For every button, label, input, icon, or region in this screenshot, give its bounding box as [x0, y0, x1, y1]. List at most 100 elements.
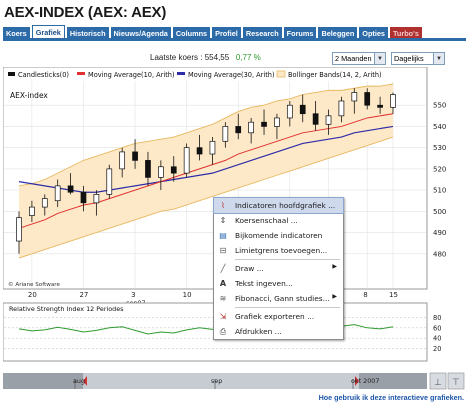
interval-select[interactable]: Dagelijks ▼ [391, 52, 445, 65]
quote-value: 554,55 [204, 53, 230, 62]
fibonacci-icon: ≋ [219, 294, 227, 303]
limit-line-icon: ⊟ [219, 246, 227, 255]
candle-body [338, 100, 345, 117]
menu-item-label: Fibonacci, Gann studies... [235, 294, 330, 303]
menu-item-label: Indicatoren hoofdgrafiek ... [235, 201, 336, 210]
candle-body [54, 185, 61, 202]
help-link[interactable]: Hoe gebruik ik deze interactieve grafiek… [319, 393, 464, 402]
submenu-arrow-icon: ▶ [332, 293, 337, 300]
legend-swatch-ma10 [77, 72, 85, 75]
interval-select-value: Dagelijks [394, 54, 424, 63]
candle-body [106, 168, 113, 195]
candle-body [351, 92, 358, 102]
y-tick-label: 520 [433, 165, 446, 173]
candle-body [170, 166, 177, 174]
menu-item-label: Tekst ingeven... [235, 279, 293, 288]
chart-context-menu: ⌇ Indicatoren hoofdgrafiek ... ⇕ Koersen… [213, 197, 344, 340]
candle-body [312, 113, 319, 125]
scroller-month-okt: okt 2007 [351, 377, 379, 385]
chevron-down-icon[interactable]: ▼ [374, 53, 385, 64]
candle-body [41, 198, 48, 208]
menu-item-label: Bijkomende indicatoren [235, 231, 323, 240]
menu-item-label: Limietgrens toevoegen... [235, 246, 328, 255]
menu-separator [235, 307, 340, 308]
zoom-in-icon: ⊤ [452, 378, 460, 388]
draw-icon: ╱ [220, 264, 226, 273]
menu-item-label: Afdrukken ... [235, 327, 282, 336]
menu-item-draw[interactable]: ╱ Draw ... ▶ [214, 261, 343, 276]
zoom-out-icon: ⊥ [434, 378, 442, 388]
export-icon: ⇲ [219, 312, 227, 321]
candle-body [196, 147, 203, 155]
candle-body [158, 166, 164, 178]
y-tick-label: 490 [433, 229, 446, 237]
menu-item-indicatoren-hoofdgrafiek[interactable]: ⌇ Indicatoren hoofdgrafiek ... [213, 197, 344, 214]
candle-body [145, 160, 151, 178]
y-tick-label: 510 [433, 187, 446, 195]
candle-body [299, 104, 306, 115]
menu-item-bijkomende-indicatoren[interactable]: ▤ Bijkomende indicatoren [214, 228, 343, 243]
menu-item-limietgrens[interactable]: ⊟ Limietgrens toevoegen... [214, 243, 343, 258]
candle-body [261, 121, 267, 127]
rsi-tick-label: 20 [433, 345, 441, 353]
legend-bollinger: Bollinger Bands(14, 2, Arith) [288, 71, 382, 79]
y-tick-label: 530 [433, 144, 446, 152]
chart-label: AEX-index [10, 91, 48, 100]
candle-body [93, 194, 100, 204]
chevron-down-icon[interactable]: ▼ [433, 53, 444, 64]
candle-body [119, 151, 126, 170]
legend-ma10: Moving Average(10, Arith) [88, 71, 175, 79]
x-tick-label: 20 [28, 291, 37, 299]
scroller-month-aug: aug [73, 377, 85, 385]
candle-body [67, 185, 74, 193]
time-scroller[interactable]: aug sep okt 2007 ⊥ ⊤ [3, 372, 465, 390]
candle-body [132, 151, 138, 161]
page-title: AEX-INDEX (AEX: AEX) [4, 4, 167, 21]
candle-body [248, 121, 254, 134]
candle-body [274, 117, 280, 127]
y-tick-label: 500 [433, 208, 446, 216]
text-icon: A [219, 279, 227, 288]
menu-item-koersenschaal[interactable]: ⇕ Koersenschaal ... [214, 213, 343, 228]
period-select[interactable]: 2 Maanden ▼ [332, 52, 386, 65]
x-tick-label: 3 [131, 291, 135, 299]
menu-item-afdrukken[interactable]: ⎙ Afdrukken ... [214, 324, 343, 339]
menu-item-grafiek-exporteren[interactable]: ⇲ Grafiek exporteren ... [214, 309, 343, 324]
y-axis: 480 490 500 510 520 530 540 550 [433, 102, 446, 259]
y-tick-label: 550 [433, 102, 446, 110]
scroller-month-sep: sep [211, 377, 222, 385]
legend-swatch-bollinger [276, 70, 286, 78]
menu-item-fibonacci[interactable]: ≋ Fibonacci, Gann studies... ▶ [214, 291, 343, 306]
tab-underline [3, 38, 466, 41]
tab-grafiek[interactable]: Grafiek [31, 25, 65, 39]
candle-body [390, 94, 396, 108]
menu-item-label: Koersenschaal ... [235, 216, 298, 225]
candle-body [364, 92, 371, 106]
rsi-tick-label: 80 [433, 314, 441, 322]
sub-indicator-icon: ▤ [219, 231, 227, 240]
menu-item-label: Draw ... [235, 264, 264, 273]
rsi-tick-label: 40 [433, 335, 441, 343]
rsi-label: Relative Strength Index 12 Periodes [9, 305, 124, 313]
last-quote: Laatste koers : 554,55 0,77 % [150, 53, 261, 62]
indicator-icon: ⌇ [221, 201, 225, 210]
y-tick-label: 480 [433, 250, 446, 258]
quote-change: 0,77 % [235, 53, 261, 62]
candle-body [377, 104, 383, 108]
rsi-axis: 20 40 60 80 [433, 314, 441, 353]
candle-body [29, 206, 35, 216]
x-tick-label: 15 [389, 291, 398, 299]
x-tick-label: 8 [363, 291, 367, 299]
candle-body [183, 147, 190, 174]
candle-body [16, 217, 22, 242]
menu-item-tekst-ingeven[interactable]: A Tekst ingeven... [214, 276, 343, 291]
candle-body [286, 104, 293, 119]
submenu-arrow-icon: ▶ [332, 263, 337, 270]
x-tick-label: 27 [79, 291, 88, 299]
source-label: © Ariane Software [8, 281, 60, 288]
y-tick-label: 540 [433, 123, 446, 131]
period-select-value: 2 Maanden [335, 54, 372, 63]
printer-icon: ⎙ [219, 327, 227, 336]
menu-item-label: Grafiek exporteren ... [235, 312, 315, 321]
scale-icon: ⇕ [219, 216, 227, 225]
